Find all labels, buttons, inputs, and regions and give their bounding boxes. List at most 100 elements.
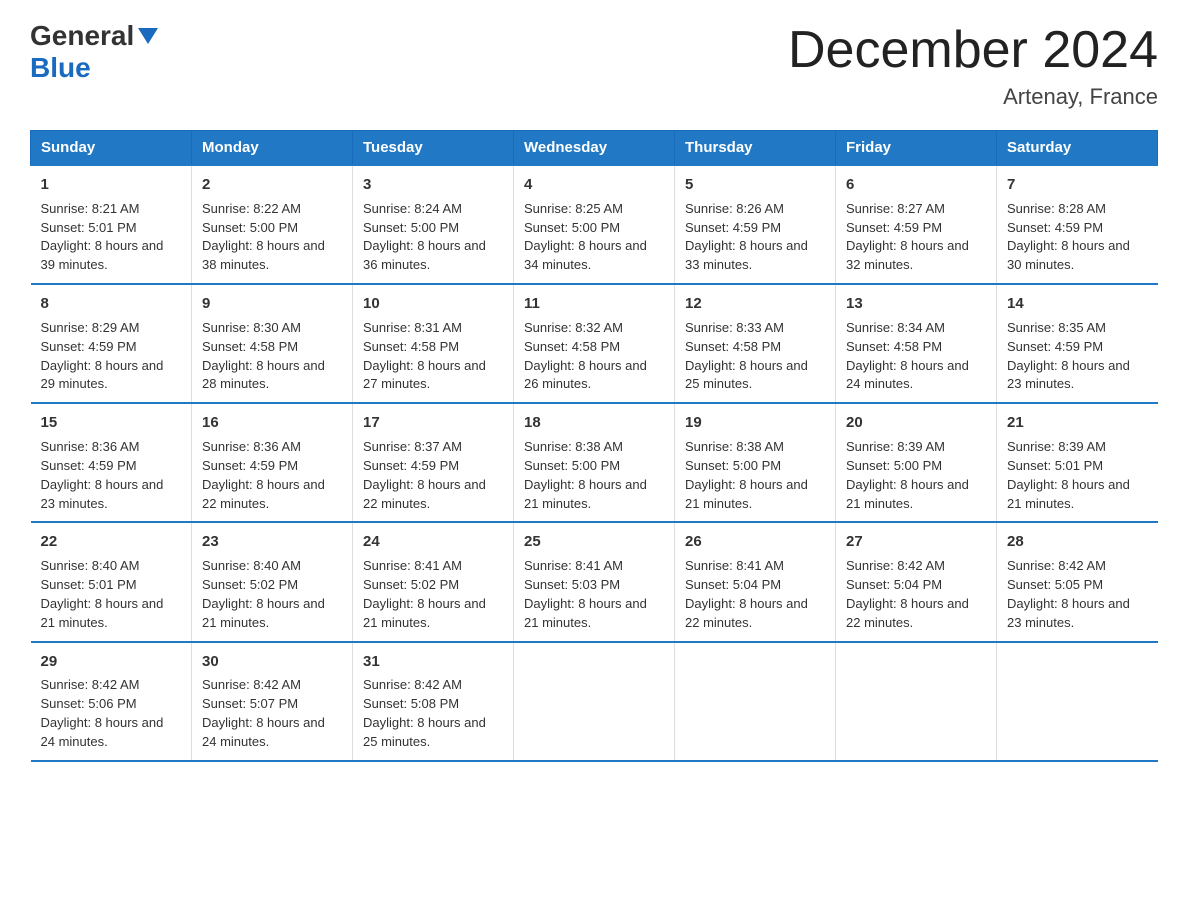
day-cell: 24 Sunrise: 8:41 AMSunset: 5:02 PMDayligh… xyxy=(353,522,514,641)
day-number: 12 xyxy=(685,293,825,315)
day-info: Sunrise: 8:38 AMSunset: 5:00 PMDaylight:… xyxy=(685,439,808,511)
day-number: 16 xyxy=(202,412,342,434)
day-info: Sunrise: 8:40 AMSunset: 5:01 PMDaylight:… xyxy=(41,558,164,630)
day-info: Sunrise: 8:38 AMSunset: 5:00 PMDaylight:… xyxy=(524,439,647,511)
day-number: 9 xyxy=(202,293,342,315)
day-cell: 7 Sunrise: 8:28 AMSunset: 4:59 PMDaylight… xyxy=(997,165,1158,284)
day-cell: 16Sunrise: 8:36 AMSunset: 4:59 PMDayligh… xyxy=(192,403,353,522)
day-cell: 19 Sunrise: 8:38 AMSunset: 5:00 PMDayligh… xyxy=(675,403,836,522)
day-number: 13 xyxy=(846,293,986,315)
day-cell: 18 Sunrise: 8:38 AMSunset: 5:00 PMDayligh… xyxy=(514,403,675,522)
day-number: 22 xyxy=(41,531,182,553)
day-cell: 23Sunrise: 8:40 AMSunset: 5:02 PMDayligh… xyxy=(192,522,353,641)
day-info: Sunrise: 8:41 AMSunset: 5:02 PMDaylight:… xyxy=(363,558,486,630)
logo: General Blue xyxy=(30,20,158,84)
day-number: 20 xyxy=(846,412,986,434)
day-cell: 8 Sunrise: 8:29 AMSunset: 4:59 PMDaylight… xyxy=(31,284,192,403)
day-number: 26 xyxy=(685,531,825,553)
day-cell: 13 Sunrise: 8:34 AMSunset: 4:58 PMDayligh… xyxy=(836,284,997,403)
logo-arrow-icon xyxy=(138,28,158,49)
day-cell: 29 Sunrise: 8:42 AMSunset: 5:06 PMDayligh… xyxy=(31,642,192,761)
day-number: 7 xyxy=(1007,174,1148,196)
weekday-header-thursday: Thursday xyxy=(675,131,836,166)
day-cell: 28 Sunrise: 8:42 AMSunset: 5:05 PMDayligh… xyxy=(997,522,1158,641)
day-info: Sunrise: 8:28 AMSunset: 4:59 PMDaylight:… xyxy=(1007,201,1130,273)
day-info: Sunrise: 8:26 AMSunset: 4:59 PMDaylight:… xyxy=(685,201,808,273)
day-info: Sunrise: 8:33 AMSunset: 4:58 PMDaylight:… xyxy=(685,320,808,392)
day-cell: 15Sunrise: 8:36 AMSunset: 4:59 PMDayligh… xyxy=(31,403,192,522)
day-number: 19 xyxy=(685,412,825,434)
day-info: Sunrise: 8:30 AMSunset: 4:58 PMDaylight:… xyxy=(202,320,325,392)
day-number: 2 xyxy=(202,174,342,196)
day-number: 25 xyxy=(524,531,664,553)
logo-blue-text: Blue xyxy=(30,52,91,83)
day-info: Sunrise: 8:39 AMSunset: 5:00 PMDaylight:… xyxy=(846,439,969,511)
weekday-header-friday: Friday xyxy=(836,131,997,166)
day-info: Sunrise: 8:41 AMSunset: 5:04 PMDaylight:… xyxy=(685,558,808,630)
location: Artenay, France xyxy=(788,84,1158,110)
weekday-header-tuesday: Tuesday xyxy=(353,131,514,166)
day-cell: 20 Sunrise: 8:39 AMSunset: 5:00 PMDayligh… xyxy=(836,403,997,522)
day-info: Sunrise: 8:34 AMSunset: 4:58 PMDaylight:… xyxy=(846,320,969,392)
day-number: 31 xyxy=(363,651,503,673)
day-number: 21 xyxy=(1007,412,1148,434)
day-info: Sunrise: 8:35 AMSunset: 4:59 PMDaylight:… xyxy=(1007,320,1130,392)
day-number: 30 xyxy=(202,651,342,673)
day-cell: 27 Sunrise: 8:42 AMSunset: 5:04 PMDayligh… xyxy=(836,522,997,641)
weekday-header-sunday: Sunday xyxy=(31,131,192,166)
day-number: 27 xyxy=(846,531,986,553)
day-info: Sunrise: 8:29 AMSunset: 4:59 PMDaylight:… xyxy=(41,320,164,392)
day-info: Sunrise: 8:42 AMSunset: 5:05 PMDaylight:… xyxy=(1007,558,1130,630)
weekday-header-monday: Monday xyxy=(192,131,353,166)
day-number: 3 xyxy=(363,174,503,196)
day-cell: 2 Sunrise: 8:22 AMSunset: 5:00 PMDaylight… xyxy=(192,165,353,284)
day-number: 10 xyxy=(363,293,503,315)
day-number: 15 xyxy=(41,412,182,434)
day-number: 24 xyxy=(363,531,503,553)
week-row-2: 8 Sunrise: 8:29 AMSunset: 4:59 PMDaylight… xyxy=(31,284,1158,403)
day-cell: 6Sunrise: 8:27 AMSunset: 4:59 PMDaylight… xyxy=(836,165,997,284)
weekday-header-saturday: Saturday xyxy=(997,131,1158,166)
week-row-1: 1 Sunrise: 8:21 AMSunset: 5:01 PMDaylight… xyxy=(31,165,1158,284)
day-number: 28 xyxy=(1007,531,1148,553)
day-info: Sunrise: 8:42 AMSunset: 5:06 PMDaylight:… xyxy=(41,677,164,749)
day-number: 5 xyxy=(685,174,825,196)
day-cell xyxy=(997,642,1158,761)
day-info: Sunrise: 8:22 AMSunset: 5:00 PMDaylight:… xyxy=(202,201,325,273)
day-info: Sunrise: 8:39 AMSunset: 5:01 PMDaylight:… xyxy=(1007,439,1130,511)
page-header: General Blue December 2024 Artenay, Fran… xyxy=(30,20,1158,110)
month-title: December 2024 xyxy=(788,20,1158,80)
day-cell: 21 Sunrise: 8:39 AMSunset: 5:01 PMDayligh… xyxy=(997,403,1158,522)
day-cell xyxy=(675,642,836,761)
day-info: Sunrise: 8:24 AMSunset: 5:00 PMDaylight:… xyxy=(363,201,486,273)
day-cell: 11 Sunrise: 8:32 AMSunset: 4:58 PMDayligh… xyxy=(514,284,675,403)
day-info: Sunrise: 8:42 AMSunset: 5:07 PMDaylight:… xyxy=(202,677,325,749)
day-cell: 17Sunrise: 8:37 AMSunset: 4:59 PMDayligh… xyxy=(353,403,514,522)
weekday-header-row: SundayMondayTuesdayWednesdayThursdayFrid… xyxy=(31,131,1158,166)
day-info: Sunrise: 8:21 AMSunset: 5:01 PMDaylight:… xyxy=(41,201,164,273)
day-cell xyxy=(836,642,997,761)
day-info: Sunrise: 8:42 AMSunset: 5:04 PMDaylight:… xyxy=(846,558,969,630)
day-cell: 10 Sunrise: 8:31 AMSunset: 4:58 PMDayligh… xyxy=(353,284,514,403)
day-info: Sunrise: 8:41 AMSunset: 5:03 PMDaylight:… xyxy=(524,558,647,630)
day-number: 1 xyxy=(41,174,182,196)
day-info: Sunrise: 8:31 AMSunset: 4:58 PMDaylight:… xyxy=(363,320,486,392)
day-cell: 26 Sunrise: 8:41 AMSunset: 5:04 PMDayligh… xyxy=(675,522,836,641)
day-info: Sunrise: 8:32 AMSunset: 4:58 PMDaylight:… xyxy=(524,320,647,392)
day-number: 29 xyxy=(41,651,182,673)
day-cell: 5 Sunrise: 8:26 AMSunset: 4:59 PMDaylight… xyxy=(675,165,836,284)
day-number: 4 xyxy=(524,174,664,196)
day-cell: 30 Sunrise: 8:42 AMSunset: 5:07 PMDayligh… xyxy=(192,642,353,761)
day-cell: 31Sunrise: 8:42 AMSunset: 5:08 PMDayligh… xyxy=(353,642,514,761)
day-number: 18 xyxy=(524,412,664,434)
day-info: Sunrise: 8:25 AMSunset: 5:00 PMDaylight:… xyxy=(524,201,647,273)
week-row-5: 29 Sunrise: 8:42 AMSunset: 5:06 PMDayligh… xyxy=(31,642,1158,761)
day-cell xyxy=(514,642,675,761)
calendar-table: SundayMondayTuesdayWednesdayThursdayFrid… xyxy=(30,130,1158,762)
day-cell: 22 Sunrise: 8:40 AMSunset: 5:01 PMDayligh… xyxy=(31,522,192,641)
day-number: 11 xyxy=(524,293,664,315)
day-number: 6 xyxy=(846,174,986,196)
day-cell: 12 Sunrise: 8:33 AMSunset: 4:58 PMDayligh… xyxy=(675,284,836,403)
day-number: 8 xyxy=(41,293,182,315)
logo-general-text: General xyxy=(30,20,134,52)
